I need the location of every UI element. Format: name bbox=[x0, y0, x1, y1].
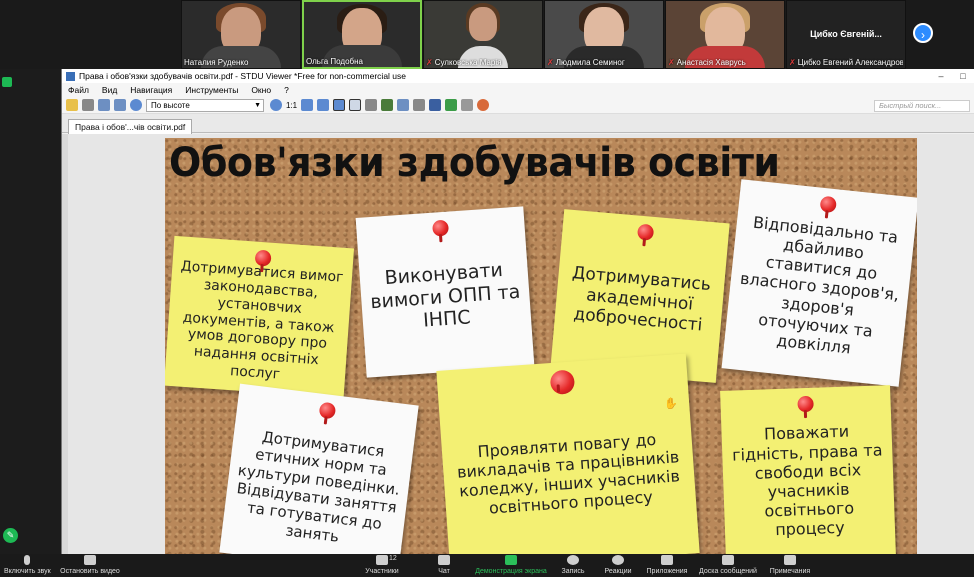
participant-name: Наталия Руденко bbox=[184, 58, 249, 67]
stop-video-button[interactable]: Остановить видео bbox=[58, 555, 122, 575]
hand-cursor-icon: ✋ bbox=[664, 398, 678, 410]
pushpin-icon bbox=[819, 195, 838, 214]
notes-icon bbox=[784, 555, 796, 565]
fit-height-icon[interactable] bbox=[333, 99, 346, 111]
slide-title: Обов'язки здобувачів освіти bbox=[169, 140, 780, 186]
participant-tile[interactable]: ✗ Анастасія Хаврусь bbox=[665, 0, 785, 69]
participant-display-title: Цибко Євгеній... bbox=[810, 29, 882, 39]
mic-off-icon: ✗ bbox=[789, 58, 796, 67]
gallery-next-button[interactable]: › bbox=[913, 23, 933, 43]
share-screen-icon bbox=[505, 555, 517, 565]
sticky-note: Проявляти повагу до викладачів та праців… bbox=[436, 353, 700, 554]
participants-count: 12 bbox=[389, 555, 397, 562]
menu-bar: Файл Вид Навигация Инструменты Окно ? bbox=[62, 83, 974, 97]
participant-name: ✗ Людмила Семиног bbox=[547, 58, 625, 67]
open-folder-icon[interactable] bbox=[66, 99, 78, 111]
participant-tile[interactable]: ✗ Людмила Семиног bbox=[544, 0, 664, 69]
sticky-note: Дотримуватися етичних норм та культури п… bbox=[219, 383, 419, 554]
participant-name: ✗ Сулковська Марія bbox=[426, 58, 502, 67]
sticky-note: Поважати гідність, права та свободи всіх… bbox=[720, 385, 896, 554]
pushpin-icon bbox=[636, 223, 655, 241]
menu-tools[interactable]: Инструменты bbox=[185, 85, 238, 95]
sticky-note: Виконувати вимоги ОПП та ІНПС bbox=[355, 206, 535, 378]
zoom-select[interactable]: По высоте ▼ bbox=[146, 98, 264, 112]
snapshot-icon[interactable] bbox=[381, 99, 394, 111]
participant-gallery: Наталия Руденко Ольга Подобна ✗ Сулковськ… bbox=[0, 0, 974, 69]
chat-button[interactable]: Чат bbox=[428, 555, 460, 575]
pushpin-icon bbox=[549, 369, 576, 396]
hand-tool-icon[interactable] bbox=[349, 99, 362, 111]
menu-help[interactable]: ? bbox=[284, 85, 289, 95]
app-icon bbox=[66, 71, 75, 81]
record-button[interactable]: Запись bbox=[558, 555, 588, 575]
video-camera-icon bbox=[84, 555, 96, 565]
zoom-out-icon[interactable] bbox=[130, 99, 142, 111]
chat-icon bbox=[438, 555, 450, 565]
zoom-control-bar: Включить звук Остановить видео 12 Участни… bbox=[0, 554, 974, 577]
menu-file[interactable]: Файл bbox=[68, 85, 89, 95]
participant-name: ✗ Анастасія Хаврусь bbox=[668, 58, 746, 67]
apps-icon bbox=[661, 555, 673, 565]
pencil-icon[interactable]: ✎ bbox=[3, 528, 18, 543]
bookmark-icon[interactable] bbox=[477, 99, 490, 111]
apps-button[interactable]: Приложения bbox=[642, 555, 692, 575]
document-tab[interactable]: Права і обов'...чів освіти.pdf bbox=[68, 119, 193, 135]
fit-page-icon[interactable] bbox=[301, 99, 314, 111]
fit-width-icon[interactable] bbox=[317, 99, 330, 111]
quick-search-input[interactable]: Быстрый поиск... bbox=[874, 100, 970, 112]
mic-off-icon: ✗ bbox=[668, 58, 675, 67]
actual-size-button[interactable]: 1:1 bbox=[286, 101, 297, 110]
maximize-button[interactable]: □ bbox=[952, 71, 974, 81]
menu-navigation[interactable]: Навигация bbox=[130, 85, 172, 95]
document-view[interactable]: Обов'язки здобувачів освіти Дотримуватис… bbox=[62, 134, 974, 554]
thumbnails-icon[interactable] bbox=[397, 99, 410, 111]
sync-icon[interactable] bbox=[445, 99, 458, 111]
participants-button[interactable]: 12 Участники bbox=[360, 555, 404, 575]
microphone-icon bbox=[24, 555, 30, 565]
document-tabbar: Права і обов'...чів освіти.pdf bbox=[62, 114, 974, 135]
chevron-right-icon: › bbox=[921, 28, 925, 42]
viewer-title: Права і обов'язки здобувачів освіти.pdf … bbox=[79, 71, 406, 81]
zoom-meeting-window: { "gallery": { "participants": [ {"name"… bbox=[0, 0, 974, 577]
mic-off-icon: ✗ bbox=[547, 58, 554, 67]
participant-tile[interactable]: Цибко Євгеній... ✗ Цибко Евгений Александ… bbox=[786, 0, 906, 69]
participant-tile-active[interactable]: Ольга Подобна bbox=[302, 0, 422, 69]
sticky-note: Відповідально та дбайливо ставитися до в… bbox=[721, 179, 917, 387]
participant-tile[interactable]: Наталия Руденко bbox=[181, 0, 301, 69]
participant-name: Ольга Подобна bbox=[306, 57, 363, 66]
slide-page: Обов'язки здобувачів освіти Дотримуватис… bbox=[165, 138, 917, 554]
notes-button[interactable]: Примечания bbox=[766, 555, 814, 575]
participant-name: ✗ Цибко Евгений Александров... bbox=[789, 58, 903, 67]
viewer-toolbar: По высоте ▼ 1:1 bbox=[62, 97, 974, 114]
menu-view[interactable]: Вид bbox=[102, 85, 117, 95]
page-layout-2-icon[interactable] bbox=[114, 99, 126, 111]
left-gutter bbox=[62, 134, 68, 554]
binoculars-icon[interactable] bbox=[429, 99, 442, 111]
dropdown-arrow-icon: ▼ bbox=[254, 101, 261, 109]
whiteboard-icon bbox=[722, 555, 734, 565]
viewer-titlebar: Права і обов'язки здобувачів освіти.pdf … bbox=[62, 69, 974, 83]
mic-off-icon: ✗ bbox=[426, 58, 433, 67]
smiley-icon bbox=[612, 555, 624, 565]
sticky-note: Дотримуватися вимог законодавства, устан… bbox=[165, 235, 355, 399]
mute-button[interactable]: Включить звук bbox=[4, 555, 51, 575]
select-text-icon[interactable] bbox=[365, 99, 378, 111]
participant-tile[interactable]: ✗ Сулковська Марія bbox=[423, 0, 543, 69]
reactions-button[interactable]: Реакции bbox=[600, 555, 636, 575]
participants-icon bbox=[376, 555, 388, 565]
zoom-in-icon[interactable] bbox=[270, 99, 282, 111]
whiteboard-button[interactable]: Доска сообщений bbox=[696, 555, 760, 575]
pushpin-icon bbox=[431, 219, 450, 237]
minimize-button[interactable]: – bbox=[930, 71, 952, 81]
menu-window[interactable]: Окно bbox=[251, 85, 271, 95]
stdu-viewer-window: Права і обов'язки здобувачів освіти.pdf … bbox=[61, 69, 974, 554]
shield-icon[interactable] bbox=[2, 77, 12, 87]
print-icon[interactable] bbox=[82, 99, 94, 111]
page-layout-icon[interactable] bbox=[98, 99, 110, 111]
share-screen-button[interactable]: Демонстрация экрана bbox=[472, 555, 550, 575]
record-icon bbox=[567, 555, 579, 565]
page-settings-icon[interactable] bbox=[413, 99, 426, 111]
copy-icon[interactable] bbox=[461, 99, 474, 111]
